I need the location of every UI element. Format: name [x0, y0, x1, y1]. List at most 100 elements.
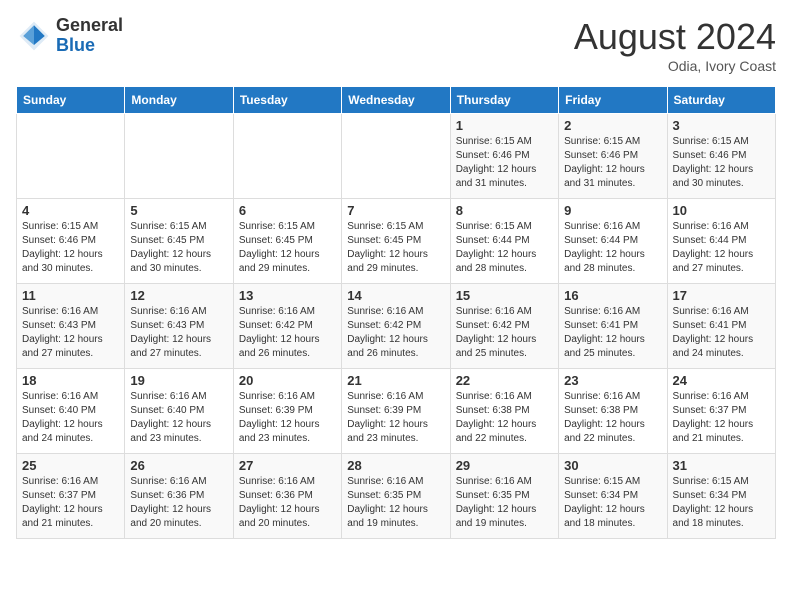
- day-cell: 2Sunrise: 6:15 AM Sunset: 6:46 PM Daylig…: [559, 114, 667, 199]
- page-title: August 2024: [574, 16, 776, 58]
- day-cell: [233, 114, 341, 199]
- week-row-1: 1 Sunrise: 6:15 AM Sunset: 6:46 PM Daylig…: [17, 114, 776, 199]
- day-detail: Sunrise: 6:16 AM Sunset: 6:41 PM Dayligh…: [564, 305, 661, 361]
- day-cell: 24Sunrise: 6:16 AM Sunset: 6:37 PM Dayli…: [667, 369, 775, 454]
- day-number: 6: [239, 203, 336, 218]
- calendar-table: SundayMondayTuesdayWednesdayThursdayFrid…: [16, 86, 776, 539]
- day-number: 11: [22, 288, 119, 303]
- day-number: 20: [239, 373, 336, 388]
- header-cell-sunday: Sunday: [17, 87, 125, 114]
- day-cell: 28Sunrise: 6:16 AM Sunset: 6:35 PM Dayli…: [342, 454, 450, 539]
- day-detail: Sunrise: 6:16 AM Sunset: 6:35 PM Dayligh…: [456, 475, 553, 531]
- day-number: 13: [239, 288, 336, 303]
- day-number: 19: [130, 373, 227, 388]
- day-detail: Sunrise: 6:15 AM Sunset: 6:46 PM Dayligh…: [22, 220, 119, 276]
- day-cell: 6 Sunrise: 6:15 AM Sunset: 6:45 PM Daylig…: [233, 199, 341, 284]
- day-detail: Sunrise: 6:16 AM Sunset: 6:42 PM Dayligh…: [239, 305, 336, 361]
- day-number: 15: [456, 288, 553, 303]
- header-cell-friday: Friday: [559, 87, 667, 114]
- day-detail: Sunrise: 6:16 AM Sunset: 6:39 PM Dayligh…: [347, 390, 444, 446]
- day-cell: 22 Sunrise: 6:16 AM Sunset: 6:38 PM Dayli…: [450, 369, 558, 454]
- day-number: 5: [130, 203, 227, 218]
- day-cell: 8Sunrise: 6:15 AM Sunset: 6:44 PM Daylig…: [450, 199, 558, 284]
- day-number: 7: [347, 203, 444, 218]
- day-number: 22: [456, 373, 553, 388]
- day-number: 17: [673, 288, 770, 303]
- day-number: 9: [564, 203, 661, 218]
- day-number: 1: [456, 118, 553, 133]
- day-detail: Sunrise: 6:16 AM Sunset: 6:40 PM Dayligh…: [130, 390, 227, 446]
- day-detail: Sunrise: 6:15 AM Sunset: 6:46 PM Dayligh…: [456, 135, 553, 191]
- day-detail: Sunrise: 6:16 AM Sunset: 6:38 PM Dayligh…: [564, 390, 661, 446]
- day-number: 16: [564, 288, 661, 303]
- day-detail: Sunrise: 6:15 AM Sunset: 6:45 PM Dayligh…: [239, 220, 336, 276]
- header-row: SundayMondayTuesdayWednesdayThursdayFrid…: [17, 87, 776, 114]
- header-cell-monday: Monday: [125, 87, 233, 114]
- day-cell: 30 Sunrise: 6:15 AM Sunset: 6:34 PM Dayli…: [559, 454, 667, 539]
- day-cell: 19 Sunrise: 6:16 AM Sunset: 6:40 PM Dayli…: [125, 369, 233, 454]
- day-number: 28: [347, 458, 444, 473]
- day-cell: 21 Sunrise: 6:16 AM Sunset: 6:39 PM Dayli…: [342, 369, 450, 454]
- day-cell: 26 Sunrise: 6:16 AM Sunset: 6:36 PM Dayli…: [125, 454, 233, 539]
- day-detail: Sunrise: 6:15 AM Sunset: 6:34 PM Dayligh…: [673, 475, 770, 531]
- week-row-2: 4 Sunrise: 6:15 AM Sunset: 6:46 PM Daylig…: [17, 199, 776, 284]
- day-detail: Sunrise: 6:16 AM Sunset: 6:38 PM Dayligh…: [456, 390, 553, 446]
- day-cell: 25 Sunrise: 6:16 AM Sunset: 6:37 PM Dayli…: [17, 454, 125, 539]
- day-cell: 10Sunrise: 6:16 AM Sunset: 6:44 PM Dayli…: [667, 199, 775, 284]
- day-cell: [125, 114, 233, 199]
- day-number: 27: [239, 458, 336, 473]
- header-cell-tuesday: Tuesday: [233, 87, 341, 114]
- day-detail: Sunrise: 6:16 AM Sunset: 6:40 PM Dayligh…: [22, 390, 119, 446]
- day-number: 18: [22, 373, 119, 388]
- day-cell: 3Sunrise: 6:15 AM Sunset: 6:46 PM Daylig…: [667, 114, 775, 199]
- logo-icon: [16, 18, 52, 54]
- day-number: 10: [673, 203, 770, 218]
- day-detail: Sunrise: 6:16 AM Sunset: 6:42 PM Dayligh…: [456, 305, 553, 361]
- day-number: 29: [456, 458, 553, 473]
- day-cell: [342, 114, 450, 199]
- day-detail: Sunrise: 6:16 AM Sunset: 6:36 PM Dayligh…: [130, 475, 227, 531]
- day-cell: 23Sunrise: 6:16 AM Sunset: 6:38 PM Dayli…: [559, 369, 667, 454]
- day-cell: 4 Sunrise: 6:15 AM Sunset: 6:46 PM Daylig…: [17, 199, 125, 284]
- header-cell-saturday: Saturday: [667, 87, 775, 114]
- day-detail: Sunrise: 6:16 AM Sunset: 6:43 PM Dayligh…: [22, 305, 119, 361]
- logo-general: General: [56, 15, 123, 35]
- day-detail: Sunrise: 6:16 AM Sunset: 6:37 PM Dayligh…: [22, 475, 119, 531]
- page-location: Odia, Ivory Coast: [574, 58, 776, 74]
- day-cell: 20 Sunrise: 6:16 AM Sunset: 6:39 PM Dayli…: [233, 369, 341, 454]
- day-number: 30: [564, 458, 661, 473]
- header-cell-wednesday: Wednesday: [342, 87, 450, 114]
- day-detail: Sunrise: 6:16 AM Sunset: 6:37 PM Dayligh…: [673, 390, 770, 446]
- day-number: 2: [564, 118, 661, 133]
- day-cell: 7 Sunrise: 6:15 AM Sunset: 6:45 PM Daylig…: [342, 199, 450, 284]
- header-cell-thursday: Thursday: [450, 87, 558, 114]
- day-cell: 18 Sunrise: 6:16 AM Sunset: 6:40 PM Dayli…: [17, 369, 125, 454]
- calendar-header: SundayMondayTuesdayWednesdayThursdayFrid…: [17, 87, 776, 114]
- page-header: General Blue August 2024 Odia, Ivory Coa…: [16, 16, 776, 74]
- calendar-body: 1 Sunrise: 6:15 AM Sunset: 6:46 PM Daylig…: [17, 114, 776, 539]
- day-cell: 27Sunrise: 6:16 AM Sunset: 6:36 PM Dayli…: [233, 454, 341, 539]
- week-row-3: 11 Sunrise: 6:16 AM Sunset: 6:43 PM Dayli…: [17, 284, 776, 369]
- day-number: 26: [130, 458, 227, 473]
- day-cell: 1 Sunrise: 6:15 AM Sunset: 6:46 PM Daylig…: [450, 114, 558, 199]
- day-detail: Sunrise: 6:16 AM Sunset: 6:42 PM Dayligh…: [347, 305, 444, 361]
- logo-blue: Blue: [56, 35, 95, 55]
- day-cell: 11 Sunrise: 6:16 AM Sunset: 6:43 PM Dayli…: [17, 284, 125, 369]
- day-cell: [17, 114, 125, 199]
- day-number: 8: [456, 203, 553, 218]
- day-cell: 31Sunrise: 6:15 AM Sunset: 6:34 PM Dayli…: [667, 454, 775, 539]
- logo: General Blue: [16, 16, 123, 56]
- day-detail: Sunrise: 6:16 AM Sunset: 6:43 PM Dayligh…: [130, 305, 227, 361]
- day-detail: Sunrise: 6:15 AM Sunset: 6:34 PM Dayligh…: [564, 475, 661, 531]
- day-cell: 29 Sunrise: 6:16 AM Sunset: 6:35 PM Dayli…: [450, 454, 558, 539]
- day-detail: Sunrise: 6:16 AM Sunset: 6:39 PM Dayligh…: [239, 390, 336, 446]
- day-number: 21: [347, 373, 444, 388]
- day-number: 25: [22, 458, 119, 473]
- day-detail: Sunrise: 6:16 AM Sunset: 6:44 PM Dayligh…: [564, 220, 661, 276]
- day-cell: 9 Sunrise: 6:16 AM Sunset: 6:44 PM Daylig…: [559, 199, 667, 284]
- day-detail: Sunrise: 6:15 AM Sunset: 6:45 PM Dayligh…: [347, 220, 444, 276]
- week-row-4: 18 Sunrise: 6:16 AM Sunset: 6:40 PM Dayli…: [17, 369, 776, 454]
- logo-text: General Blue: [56, 16, 123, 56]
- day-cell: 16 Sunrise: 6:16 AM Sunset: 6:41 PM Dayli…: [559, 284, 667, 369]
- day-number: 4: [22, 203, 119, 218]
